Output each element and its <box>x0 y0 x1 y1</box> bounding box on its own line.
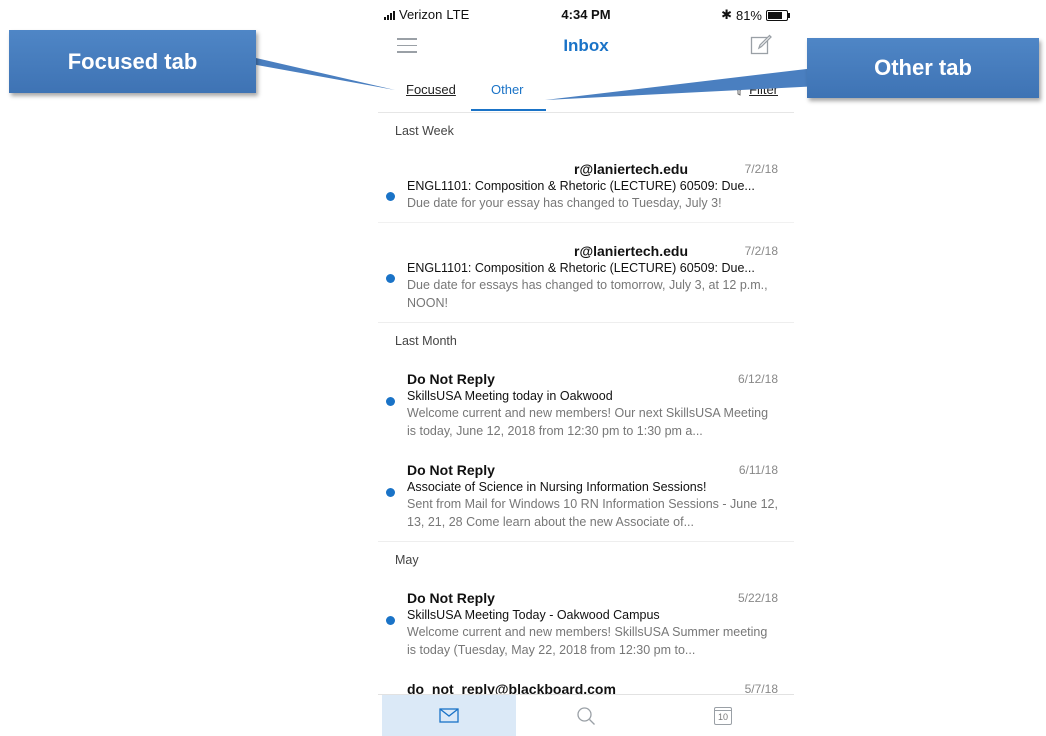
list-item[interactable]: r@laniertech.edu 7/2/18 ENGL1101: Compos… <box>378 149 794 222</box>
nav-bar: Inbox <box>378 26 794 70</box>
phone-screen: Verizon LTE 4:34 PM ✱ 81% Inbox Focused … <box>378 0 794 736</box>
mail-preview: Welcome current and new members! SkillsU… <box>407 625 768 657</box>
unread-dot <box>386 616 395 625</box>
message-list[interactable]: Last Week r@laniertech.edu 7/2/18 ENGL11… <box>378 113 794 695</box>
mail-sender: do_not_reply@blackboard.com <box>407 681 616 695</box>
mail-subject: SkillsUSA Meeting Today - Oakwood Campus <box>407 608 660 622</box>
tab-other[interactable]: Other <box>491 82 524 97</box>
mail-sender: Do Not Reply <box>407 462 495 478</box>
unread-dot <box>386 192 395 201</box>
status-bar: Verizon LTE 4:34 PM ✱ 81% <box>378 0 794 26</box>
mail-subject: ENGL1101: Composition & Rhetoric (LECTUR… <box>407 261 755 275</box>
status-right: ✱ 81% <box>721 7 790 23</box>
list-item[interactable]: do_not_reply@blackboard.com 5/7/18 <box>378 669 794 695</box>
filter-label: Filter <box>749 82 778 97</box>
filter-icon <box>733 85 746 96</box>
unread-dot <box>386 488 395 497</box>
mail-date: 7/2/18 <box>744 244 778 258</box>
list-item[interactable]: Do Not Reply 5/22/18 SkillsUSA Meeting T… <box>378 578 794 669</box>
active-tab-indicator <box>471 109 546 111</box>
mail-sender: Do Not Reply <box>407 371 495 387</box>
battery-fill <box>768 11 782 19</box>
inbox-tabs: Focused Other Filter <box>378 70 794 113</box>
section-header: May <box>378 541 794 578</box>
mail-subject: Associate of Science in Nursing Informat… <box>407 480 707 494</box>
calendar-icon: 10 <box>714 706 732 725</box>
mail-sender: r@laniertech.edu <box>574 161 689 177</box>
unread-dot <box>386 274 395 283</box>
tab-mail[interactable] <box>382 695 516 736</box>
section-header: Last Month <box>378 322 794 359</box>
bluetooth-icon: ✱ <box>721 7 732 22</box>
mail-sender: Do Not Reply <box>407 590 495 606</box>
list-item[interactable]: Do Not Reply 6/11/18 Associate of Scienc… <box>378 450 794 541</box>
mail-preview: Welcome current and new members! Our nex… <box>407 406 769 438</box>
tab-focused[interactable]: Focused <box>406 82 456 97</box>
filter-button[interactable]: Filter <box>733 82 778 97</box>
calendar-day: 10 <box>717 711 728 722</box>
mail-date: 7/2/18 <box>744 162 778 176</box>
mail-preview: Sent from Mail for Windows 10 RN Informa… <box>407 497 778 529</box>
mail-subject: ENGL1101: Composition & Rhetoric (LECTUR… <box>407 179 755 193</box>
mail-date: 6/11/18 <box>738 463 778 477</box>
mail-date: 5/22/18 <box>737 591 778 605</box>
focused-callout-pointer <box>240 58 395 90</box>
battery-percent: 81% <box>735 7 762 23</box>
battery-icon <box>766 9 790 21</box>
focused-tab-callout: Focused tab <box>9 30 256 93</box>
tab-search[interactable] <box>519 695 653 736</box>
search-icon <box>577 706 595 725</box>
unread-dot <box>386 397 395 406</box>
mail-sender: r@laniertech.edu <box>574 243 689 259</box>
mail-preview: Due date for essays has changed to tomor… <box>407 278 768 310</box>
section-header: Last Week <box>378 113 794 149</box>
mail-date: 6/12/18 <box>737 372 778 386</box>
list-item[interactable]: r@laniertech.edu 7/2/18 ENGL1101: Compos… <box>378 222 794 322</box>
list-item[interactable]: Do Not Reply 6/12/18 SkillsUSA Meeting t… <box>378 359 794 450</box>
compose-icon[interactable] <box>750 34 772 56</box>
tab-calendar[interactable]: 10 <box>656 695 790 736</box>
mail-icon <box>439 708 459 723</box>
mail-subject: SkillsUSA Meeting today in Oakwood <box>407 389 613 403</box>
bottom-tab-bar: 10 <box>378 694 794 736</box>
page-title: Inbox <box>563 36 609 55</box>
other-tab-callout: Other tab <box>807 38 1039 98</box>
mail-preview: Due date for your essay has changed to T… <box>407 196 722 210</box>
